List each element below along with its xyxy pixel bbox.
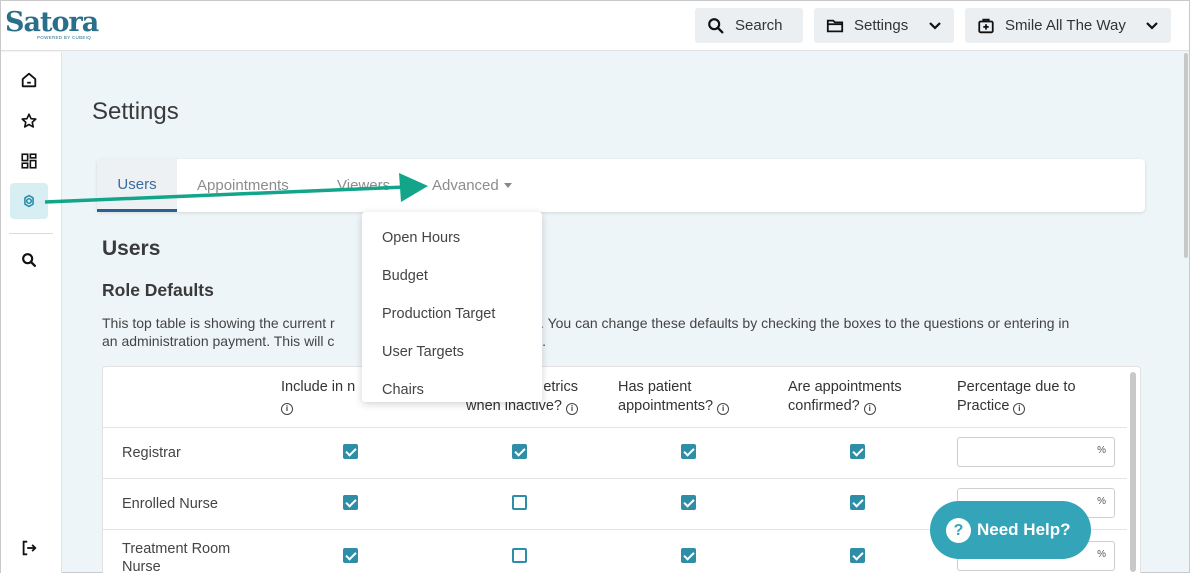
search-icon <box>708 17 724 33</box>
checkbox-appointments-confirmed[interactable] <box>850 548 865 563</box>
section-title: Users <box>102 237 161 260</box>
header-line: Has patient <box>618 379 692 395</box>
checkbox-metrics-inactive[interactable] <box>512 495 527 510</box>
menu-item-user-targets[interactable]: User Targets <box>362 333 542 371</box>
page-scrollbar[interactable] <box>1184 53 1188 258</box>
row-label-line: Nurse <box>122 559 161 573</box>
folder-icon <box>826 19 844 32</box>
checkbox-has-appointments[interactable] <box>681 548 696 563</box>
header-appointments-confirmed: Are appointments confirmed? i <box>788 378 902 416</box>
header-has-patient-appointments: Has patient appointments? i <box>618 378 730 416</box>
settings-menu-label: Settings <box>854 17 909 34</box>
checkbox-include-metrics[interactable] <box>343 548 358 563</box>
tab-viewers[interactable]: Viewers <box>317 159 410 212</box>
medical-briefcase-icon <box>978 18 994 33</box>
sidebar-item-home[interactable] <box>10 62 48 98</box>
dashboard-icon <box>21 153 37 169</box>
info-icon[interactable]: i <box>717 403 730 415</box>
header-line: Are appointments <box>788 379 902 395</box>
satora-logo[interactable]: Satora POWERED BY CUBEIQ <box>5 7 99 43</box>
header-line: Practice <box>957 398 1010 414</box>
search-label: Search <box>735 17 783 34</box>
settings-tabs: Users Appointments Viewers Advanced <box>97 159 1145 212</box>
checkbox-include-metrics[interactable] <box>343 495 358 510</box>
row-label: Treatment Room Nurse <box>122 540 230 573</box>
checkbox-include-metrics[interactable] <box>343 444 358 459</box>
sidebar-item-logout[interactable] <box>10 530 48 566</box>
info-icon[interactable]: i <box>863 403 876 415</box>
tab-users[interactable]: Users <box>97 159 177 212</box>
header-line: confirmed? <box>788 398 860 414</box>
need-help-label: Need Help? <box>977 520 1071 539</box>
row-label-line: Treatment Room <box>122 541 231 557</box>
info-icon[interactable]: i <box>566 403 578 415</box>
info-icon[interactable]: i <box>281 403 293 415</box>
checkbox-appointments-confirmed[interactable] <box>850 495 865 510</box>
role-defaults-description: This top table is showing the current r … <box>102 314 1152 350</box>
checkbox-appointments-confirmed[interactable] <box>850 444 865 459</box>
tab-appointments[interactable]: Appointments <box>177 159 309 212</box>
tab-viewers-label: Viewers <box>337 177 391 194</box>
logo-text: Satora <box>5 7 99 38</box>
sidebar-item-settings[interactable] <box>10 183 48 219</box>
sidebar-item-dashboard[interactable] <box>10 143 48 179</box>
checkbox-metrics-inactive[interactable] <box>512 548 527 563</box>
home-icon <box>21 72 37 88</box>
logout-icon <box>22 540 37 556</box>
gear-icon <box>24 194 34 208</box>
role-defaults-title: Role Defaults <box>102 280 214 300</box>
info-icon[interactable]: i <box>1013 403 1026 415</box>
table-scrollbar[interactable] <box>1130 372 1136 572</box>
description-line-1: This top table is showing the current r … <box>102 315 1070 331</box>
sidebar-item-search[interactable] <box>10 242 48 278</box>
menu-item-budget[interactable]: Budget <box>362 257 542 295</box>
header-include-in-metrics: Include in n i <box>281 378 355 416</box>
tab-advanced[interactable]: Advanced <box>412 159 532 212</box>
checkbox-metrics-inactive[interactable] <box>512 444 527 459</box>
help-question-icon: ? <box>946 517 971 543</box>
search-icon <box>22 253 37 268</box>
menu-item-open-hours[interactable]: Open Hours <box>362 219 542 257</box>
header-percentage-due: Percentage due to Practice i <box>957 378 1076 416</box>
top-bar: Satora POWERED BY CUBEIQ Search Settings… <box>1 1 1189 51</box>
tab-appointments-label: Appointments <box>197 177 289 194</box>
row-divider <box>103 478 1127 479</box>
search-button[interactable]: Search <box>695 8 803 43</box>
tab-users-label: Users <box>117 175 157 193</box>
chevron-down-icon <box>1146 21 1158 30</box>
row-label: Registrar <box>122 445 181 461</box>
header-line: Include in n <box>281 379 356 395</box>
row-label: Enrolled Nurse <box>122 496 218 512</box>
need-help-button[interactable]: ? Need Help? <box>930 501 1091 559</box>
description-line-2: an administration payment. This will c w… <box>102 333 546 349</box>
sidebar <box>1 52 62 573</box>
header-line: Percentage due to <box>957 379 1076 395</box>
practice-label: Smile All The Way <box>1005 17 1126 34</box>
checkbox-has-appointments[interactable] <box>681 495 696 510</box>
menu-item-production-target[interactable]: Production Target <box>362 295 542 333</box>
advanced-dropdown-menu: Open Hours Budget Production Target User… <box>362 212 542 402</box>
row-divider <box>103 427 1127 428</box>
sidebar-divider <box>9 233 53 234</box>
chevron-down-icon <box>929 21 941 30</box>
menu-item-chairs[interactable]: Chairs <box>362 371 542 409</box>
caret-down-icon <box>503 183 512 188</box>
settings-menu-button[interactable]: Settings <box>814 8 954 43</box>
star-icon <box>21 113 37 128</box>
practice-selector[interactable]: Smile All The Way <box>965 8 1171 43</box>
checkbox-has-appointments[interactable] <box>681 444 696 459</box>
percentage-input[interactable]: % <box>957 437 1115 467</box>
logo-subtext: POWERED BY CUBEIQ <box>37 35 92 40</box>
tab-advanced-label: Advanced <box>432 177 499 194</box>
sidebar-item-favorites[interactable] <box>10 103 48 139</box>
page-title: Settings <box>92 98 179 125</box>
header-line: appointments? <box>618 398 714 414</box>
